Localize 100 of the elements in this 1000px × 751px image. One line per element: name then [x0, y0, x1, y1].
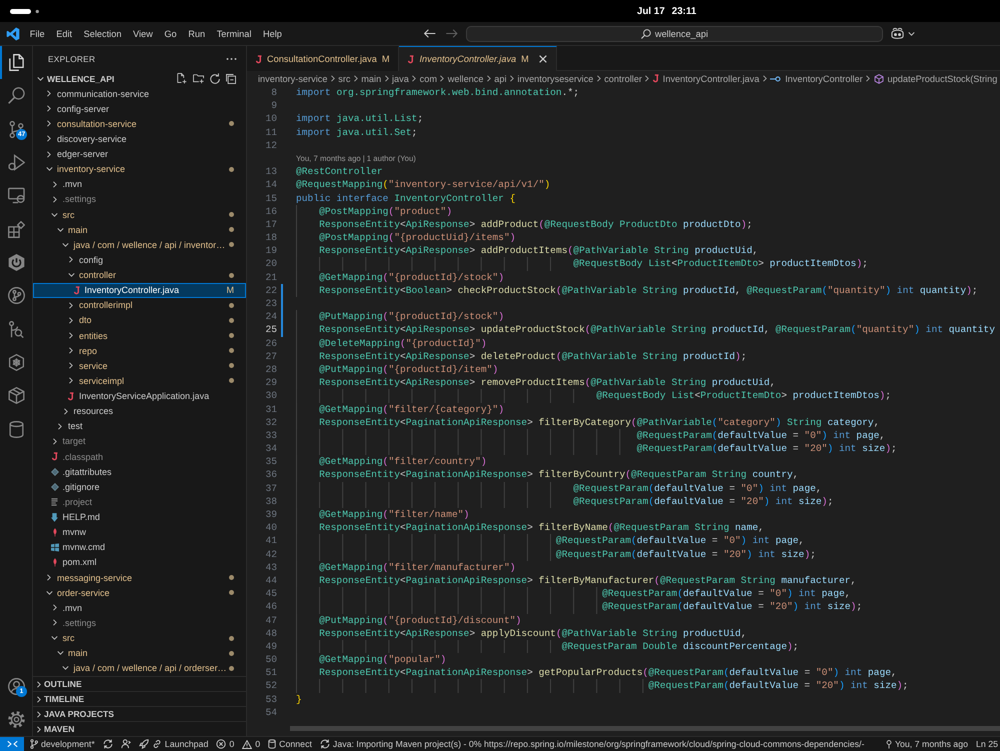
tree-item[interactable]: consultation-service	[33, 116, 246, 132]
refresh-icon[interactable]	[210, 73, 220, 84]
line-number: 49	[264, 640, 278, 654]
tree-item[interactable]: edger-server	[33, 146, 246, 162]
branch-button[interactable]: development*	[26, 737, 99, 751]
caret-down-icon[interactable]	[908, 32, 915, 36]
breadcrumb[interactable]: inventoryseservice	[517, 74, 594, 84]
breadcrumb[interactable]: InventoryController.java	[652, 74, 760, 84]
tree-item[interactable]: .mvn	[33, 600, 246, 616]
date-text: Jul 17	[637, 6, 665, 16]
breadcrumb[interactable]: java	[392, 74, 409, 84]
tree-item[interactable]: config	[33, 252, 246, 268]
tree-item[interactable]: inventory-service	[33, 162, 246, 177]
database-icon	[8, 420, 24, 438]
robot-face-icon[interactable]	[890, 27, 905, 40]
menu-item[interactable]: Selection	[78, 26, 128, 40]
connect-button[interactable]: Connect	[264, 737, 316, 751]
progress-status[interactable]: Java: Importing Maven project(s) - 0% https://repo.spring.io/milestone/org/springframework/cloud/spring-cloud-commons-dependencies/-	[316, 737, 868, 751]
search-icon	[640, 28, 651, 38]
cursor-position-button[interactable]: Ln 25	[972, 737, 1000, 751]
workspace-header[interactable]: WELLENCE_API	[33, 71, 246, 86]
tree-item[interactable]: java / com / wellence / api / orderser…	[33, 660, 246, 676]
tree-item[interactable]: .settings	[33, 615, 246, 630]
tree-item[interactable]: messaging-service	[33, 570, 246, 586]
close-icon[interactable]	[538, 55, 547, 63]
tree-item[interactable]: config-server	[33, 101, 246, 116]
editor-tab[interactable]: ConsultationController.java M	[247, 46, 400, 71]
tree-item[interactable]: resources	[33, 404, 246, 419]
remote-button[interactable]	[0, 737, 24, 751]
tree-item[interactable]: controllerimpl	[33, 298, 246, 313]
line-number: 52	[264, 679, 278, 693]
sync-icon	[102, 739, 113, 749]
breadcrumb[interactable]: main	[361, 74, 382, 84]
menu-item[interactable]: Run	[182, 26, 211, 40]
tree-item[interactable]: java / com / wellence / api / inventor…	[33, 237, 246, 252]
new-folder-icon[interactable]	[193, 74, 204, 84]
menu-item[interactable]: Terminal	[210, 26, 258, 40]
breadcrumb[interactable]: com	[420, 74, 437, 84]
tree-item[interactable]: .gitattributes	[33, 464, 246, 480]
menu-item[interactable]: Go	[158, 26, 182, 40]
workspace-dots-icon[interactable]	[10, 8, 39, 14]
menu-item[interactable]: Help	[257, 26, 288, 40]
tree-item[interactable]: entities	[33, 328, 246, 344]
line-number: 14	[264, 178, 278, 192]
breadcrumb[interactable]: updateProductStock(String	[874, 74, 998, 84]
tree-item[interactable]: src	[33, 630, 246, 646]
tree-item[interactable]: HELP.md	[33, 510, 246, 525]
menu-item[interactable]: View	[127, 26, 159, 40]
tree-item[interactable]: main	[33, 646, 246, 661]
line-number: 40	[264, 521, 278, 534]
tree-item[interactable]: .gitignore	[33, 479, 246, 494]
tree-item[interactable]: discovery-service	[33, 131, 246, 146]
breadcrumb[interactable]: controller	[604, 74, 642, 84]
tree-item[interactable]: InventoryController.java M	[33, 282, 246, 298]
tree-item[interactable]: .classpath	[33, 449, 246, 464]
tree-item[interactable]: .project	[33, 494, 246, 510]
account-icon[interactable]	[8, 678, 24, 695]
code-line: @GetMapping("filter/country")	[319, 455, 487, 468]
tree-item[interactable]: dto	[33, 312, 246, 328]
tree-item[interactable]: .mvn	[33, 176, 246, 192]
breadcrumb[interactable]: inventory-service	[258, 74, 328, 84]
section-header[interactable]: JAVA PROJECTS	[33, 706, 246, 721]
line-number: 35	[264, 455, 278, 468]
line-number: 20	[264, 257, 278, 271]
tree-item[interactable]: repo	[33, 343, 246, 358]
tree-item[interactable]: mvnw.cmd	[33, 540, 246, 555]
breadcrumb[interactable]: InventoryController	[770, 74, 863, 84]
tree-item[interactable]: mvnw	[33, 524, 246, 540]
breadcrumb[interactable]: src	[338, 74, 350, 84]
tree-item[interactable]: service	[33, 358, 246, 374]
tree-item[interactable]: target	[33, 434, 246, 449]
back-arrow-icon[interactable]	[424, 29, 436, 38]
errors-button[interactable]: 0	[212, 737, 238, 751]
tree-item[interactable]: main	[33, 222, 246, 238]
menu-item[interactable]: Edit	[50, 26, 78, 40]
section-header[interactable]: TIMELINE	[33, 691, 246, 706]
error-icon	[216, 739, 226, 749]
command-center[interactable]: wellence_api	[466, 26, 883, 42]
tree-item[interactable]: InventoryServiceApplication.java	[33, 388, 246, 404]
horizontal-scrollbar[interactable]	[290, 726, 1000, 731]
menu-item[interactable]: File	[24, 26, 50, 40]
tree-item[interactable]: src	[33, 207, 246, 222]
warnings-button[interactable]: 0	[238, 737, 264, 751]
settings-icon[interactable]	[8, 711, 24, 728]
tree-item[interactable]: order-service	[33, 585, 246, 600]
blame-button[interactable]: You, 7 months ago	[882, 737, 972, 751]
line-number: 47	[264, 614, 278, 627]
new-file-icon[interactable]	[177, 73, 187, 84]
tree-item[interactable]: serviceimpl	[33, 373, 246, 388]
editor-tab[interactable]: InventoryController.java M	[399, 46, 557, 71]
breadcrumb[interactable]: wellence	[448, 74, 484, 84]
launchpad-button[interactable]: Launchpad	[134, 737, 212, 751]
tree-item[interactable]: controller	[33, 268, 246, 283]
tree-item[interactable]: .settings	[33, 192, 246, 207]
breadcrumb[interactable]: api	[494, 74, 507, 84]
collapse-all-icon[interactable]	[226, 74, 236, 84]
tree-item[interactable]: communication-service	[33, 86, 246, 102]
section-header[interactable]: OUTLINE	[33, 676, 246, 691]
tree-item[interactable]: pom.xml	[33, 554, 246, 570]
tree-item[interactable]: test	[33, 418, 246, 434]
